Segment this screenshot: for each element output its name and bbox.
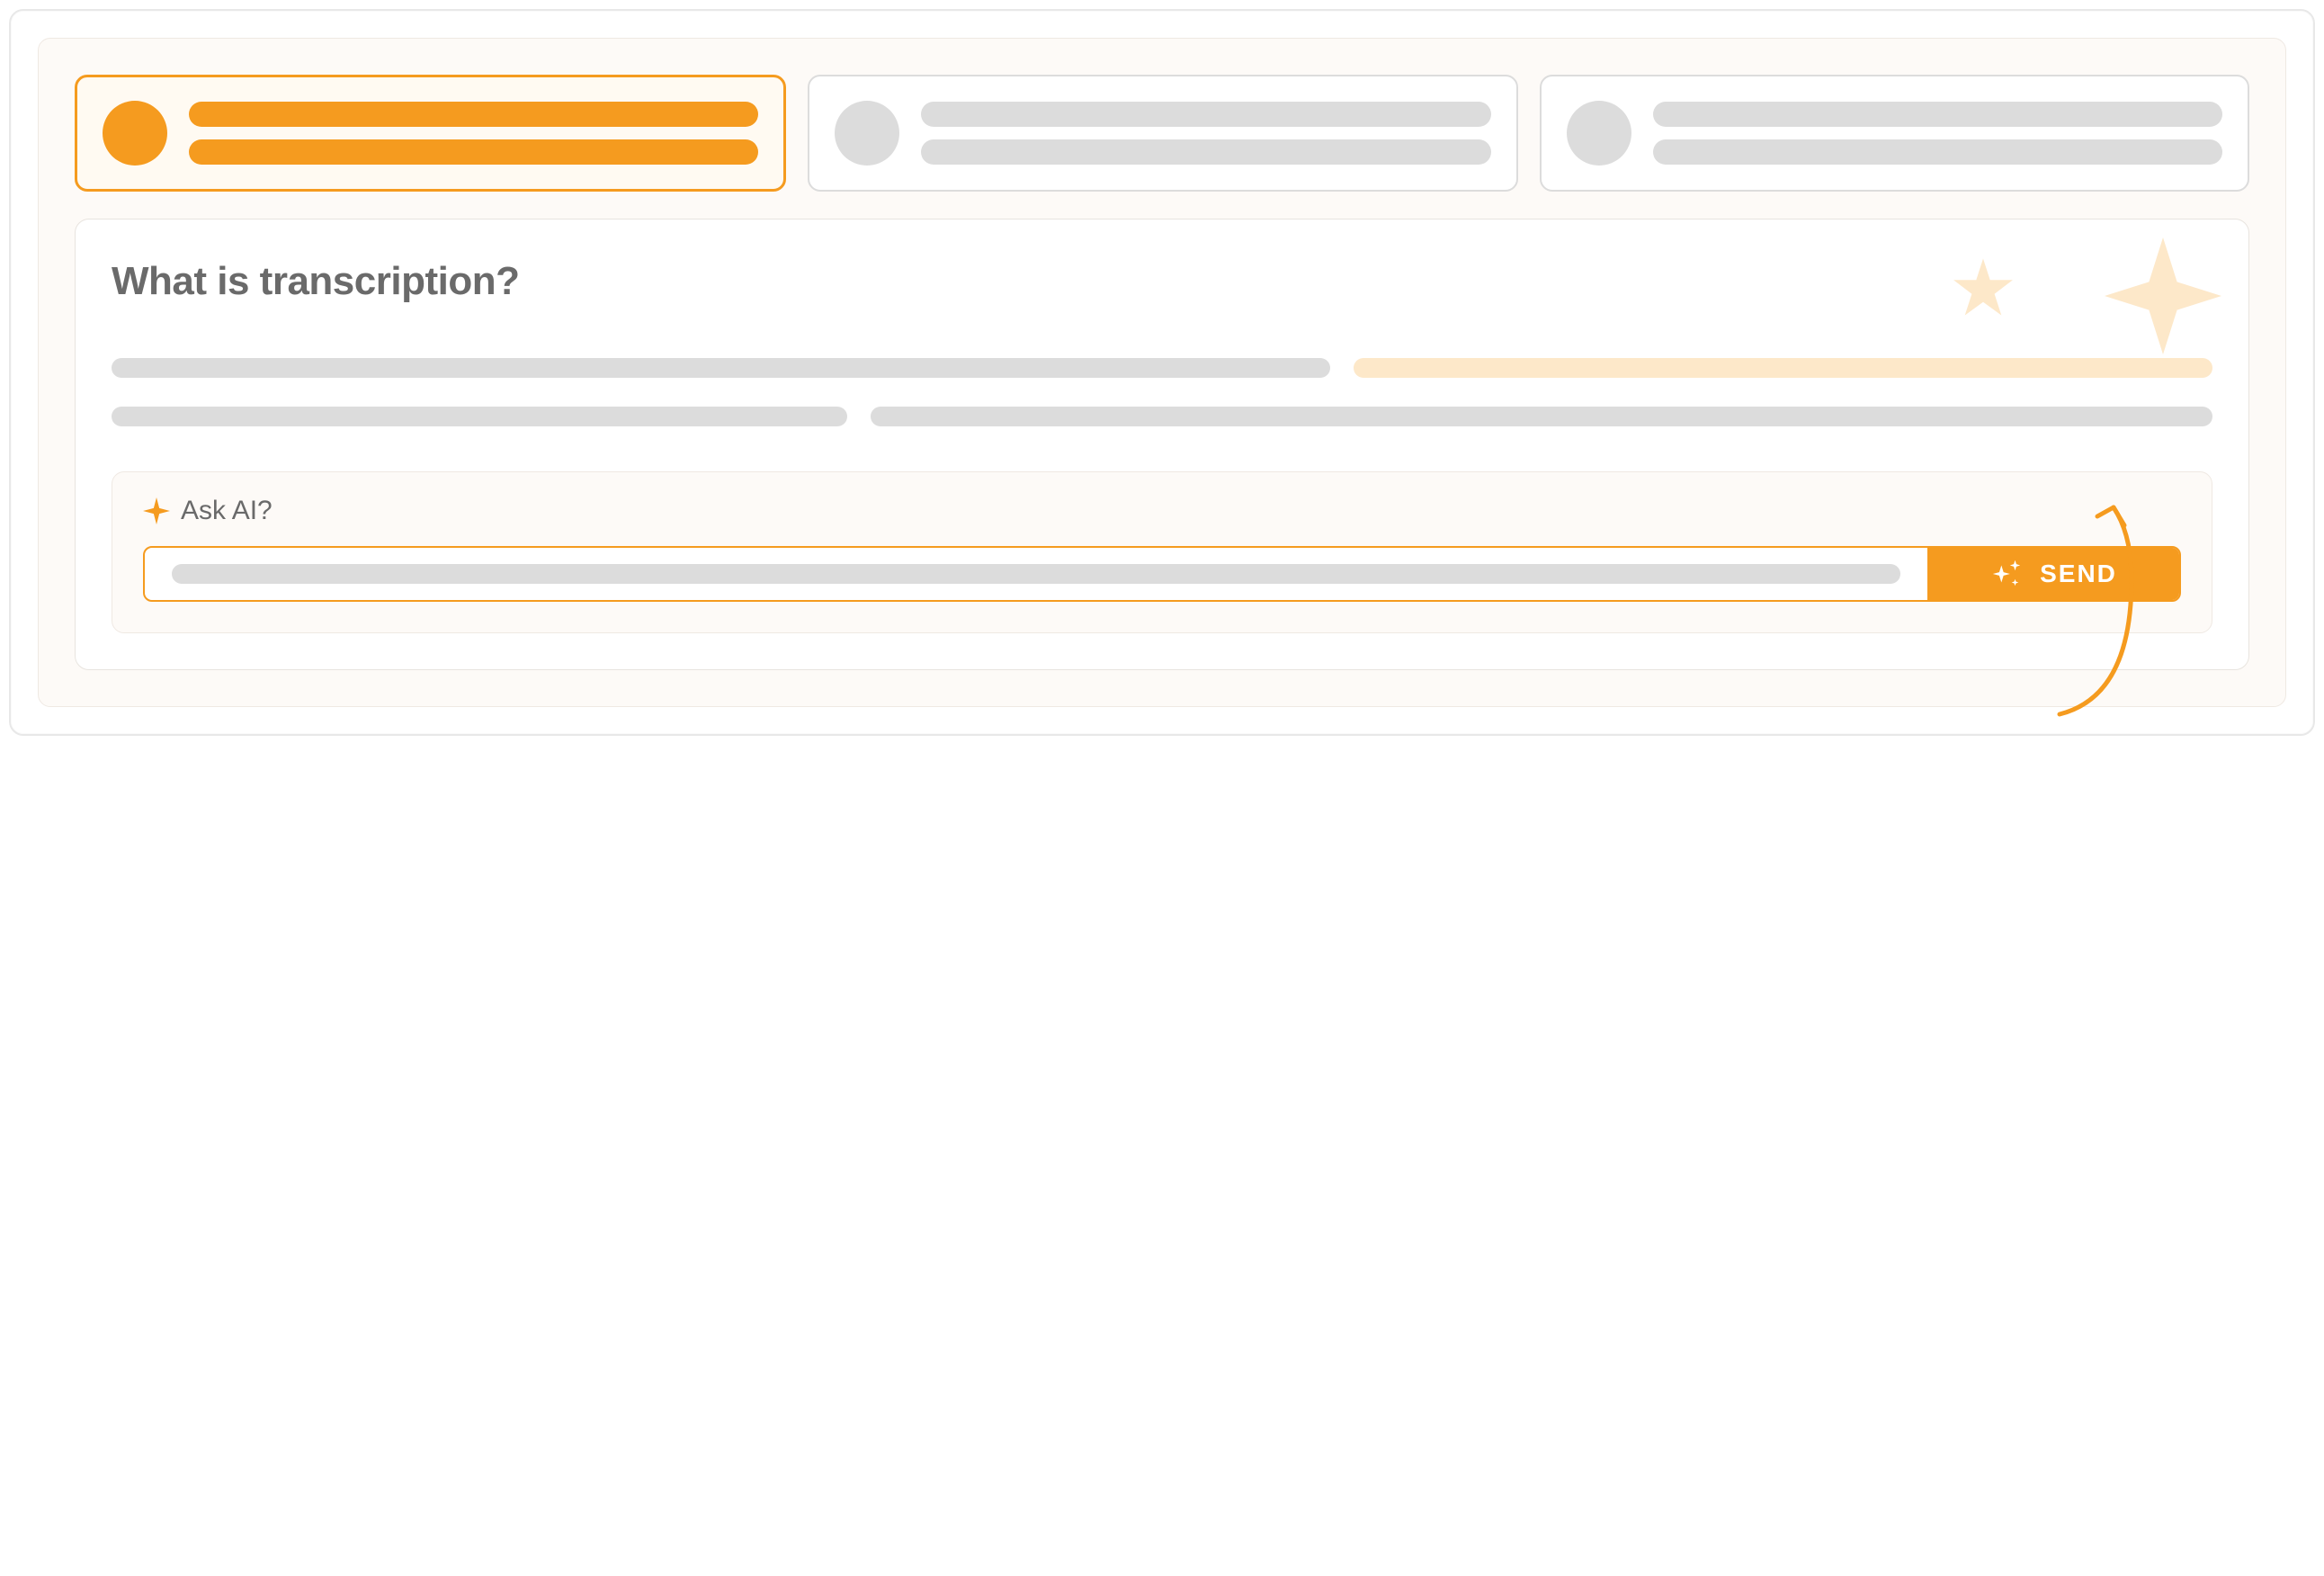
tab-avatar — [103, 101, 167, 166]
sparkle-cluster-icon — [1989, 557, 2024, 591]
send-button-label: SEND — [2040, 560, 2117, 588]
body-row — [112, 358, 2212, 378]
ask-input[interactable] — [145, 548, 1927, 600]
placeholder-line — [112, 358, 1330, 378]
tab-text-placeholder — [921, 102, 1490, 165]
ask-ai-panel: Ask AI? SEND — [112, 471, 2212, 633]
main-panel: What is transcription? — [38, 38, 2286, 707]
placeholder-line — [871, 407, 2212, 426]
ask-label: Ask AI? — [181, 496, 273, 526]
ask-input-row: SEND — [143, 546, 2181, 602]
tab-avatar — [1567, 101, 1631, 166]
body-text-placeholder — [112, 358, 2212, 426]
placeholder-line — [1653, 139, 2222, 165]
tab-card-3[interactable] — [1540, 75, 2249, 192]
star-icon — [1952, 255, 2015, 318]
tab-card-2[interactable] — [808, 75, 1517, 192]
tab-text-placeholder — [189, 102, 758, 165]
tab-avatar — [835, 101, 899, 166]
placeholder-line — [189, 102, 758, 127]
tab-text-placeholder — [1653, 102, 2222, 165]
placeholder-line — [112, 407, 847, 426]
body-row — [112, 407, 2212, 426]
app-frame: What is transcription? — [9, 9, 2315, 736]
tab-card-1[interactable] — [75, 75, 786, 192]
placeholder-line — [921, 102, 1490, 127]
tabs-row — [75, 75, 2249, 192]
placeholder-line — [1653, 102, 2222, 127]
content-title: What is transcription? — [112, 259, 2212, 304]
send-button[interactable]: SEND — [1927, 548, 2179, 600]
star-icon — [2105, 237, 2221, 354]
sparkle-icon — [143, 497, 170, 524]
input-placeholder-line — [172, 564, 1900, 584]
highlighted-line — [1354, 358, 2212, 378]
content-card: What is transcription? — [75, 219, 2249, 670]
placeholder-line — [921, 139, 1490, 165]
ask-header: Ask AI? — [143, 496, 2181, 526]
placeholder-line — [189, 139, 758, 165]
